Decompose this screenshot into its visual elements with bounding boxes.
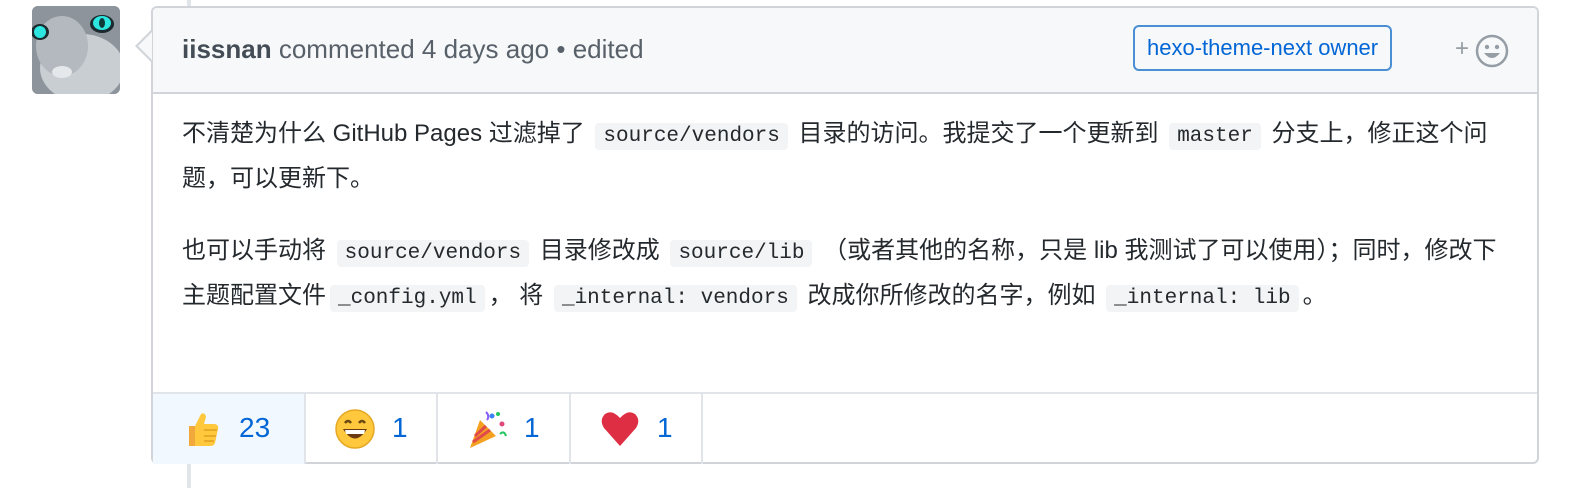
tada-icon (470, 411, 507, 448)
comment-action: commented (278, 34, 415, 64)
text: 改成你所修改的名字，例如 (807, 282, 1096, 309)
comment-header: iissnan commented 4 days ago • edited he… (153, 8, 1537, 94)
text: 目录的访问。我提交了一个更新到 (798, 120, 1159, 147)
inline-code: master (1169, 123, 1261, 150)
text: 也可以手动将 (182, 237, 326, 264)
text: 。 (1302, 282, 1327, 309)
inline-code: source/vendors (595, 123, 788, 150)
inline-code: source/vendors (336, 240, 530, 267)
author-link[interactable]: iissnan (182, 34, 272, 64)
reaction-heart[interactable]: 1 (571, 394, 703, 464)
reaction-smile[interactable]: 1 (306, 394, 438, 464)
inline-code: _internal: vendors (553, 285, 797, 312)
paragraph-1: 不清楚为什么 GitHub Pages 过滤掉了 source/vendors … (182, 113, 1502, 200)
heart-icon (601, 412, 639, 446)
smile-icon (335, 409, 375, 449)
thumbs-up-icon (189, 413, 219, 446)
inline-code: _config.yml (330, 285, 485, 312)
add-reaction-button[interactable]: + (1453, 34, 1513, 70)
text: 目录修改成 (539, 237, 660, 264)
comment-time[interactable]: 4 days ago (422, 34, 549, 64)
smiley-icon (1475, 34, 1509, 68)
separator: • (556, 34, 566, 64)
comment-meta: iissnan commented 4 days ago • edited (182, 34, 644, 65)
inline-code: _internal: lib (1106, 285, 1299, 312)
inline-code: source/lib (670, 240, 813, 267)
reaction-thumbs-up[interactable]: 23 (153, 394, 306, 464)
text: ， 将 (488, 282, 544, 309)
reaction-count: 23 (239, 412, 271, 443)
owner-badge: hexo-theme-next owner (1133, 25, 1393, 71)
reaction-count: 1 (524, 412, 540, 443)
comment-box: iissnan commented 4 days ago • edited he… (151, 6, 1539, 464)
comment-pointer-fill (138, 32, 152, 60)
reaction-count: 1 (657, 412, 673, 443)
text: 不清楚为什么 GitHub Pages 过滤掉了 (182, 120, 585, 147)
cat-avatar-icon (32, 6, 120, 94)
comment-body: 不清楚为什么 GitHub Pages 过滤掉了 source/vendors … (182, 113, 1502, 350)
reactions-bar: 23 1 1 1 (153, 392, 1537, 464)
reaction-tada[interactable]: 1 (438, 394, 571, 464)
paragraph-2: 也可以手动将 source/vendors 目录修改成 source/lib （… (182, 230, 1502, 320)
avatar[interactable] (32, 6, 120, 94)
reaction-count: 1 (392, 412, 408, 443)
plus-icon: + (1455, 35, 1470, 62)
edited-indicator[interactable]: edited (573, 34, 644, 64)
